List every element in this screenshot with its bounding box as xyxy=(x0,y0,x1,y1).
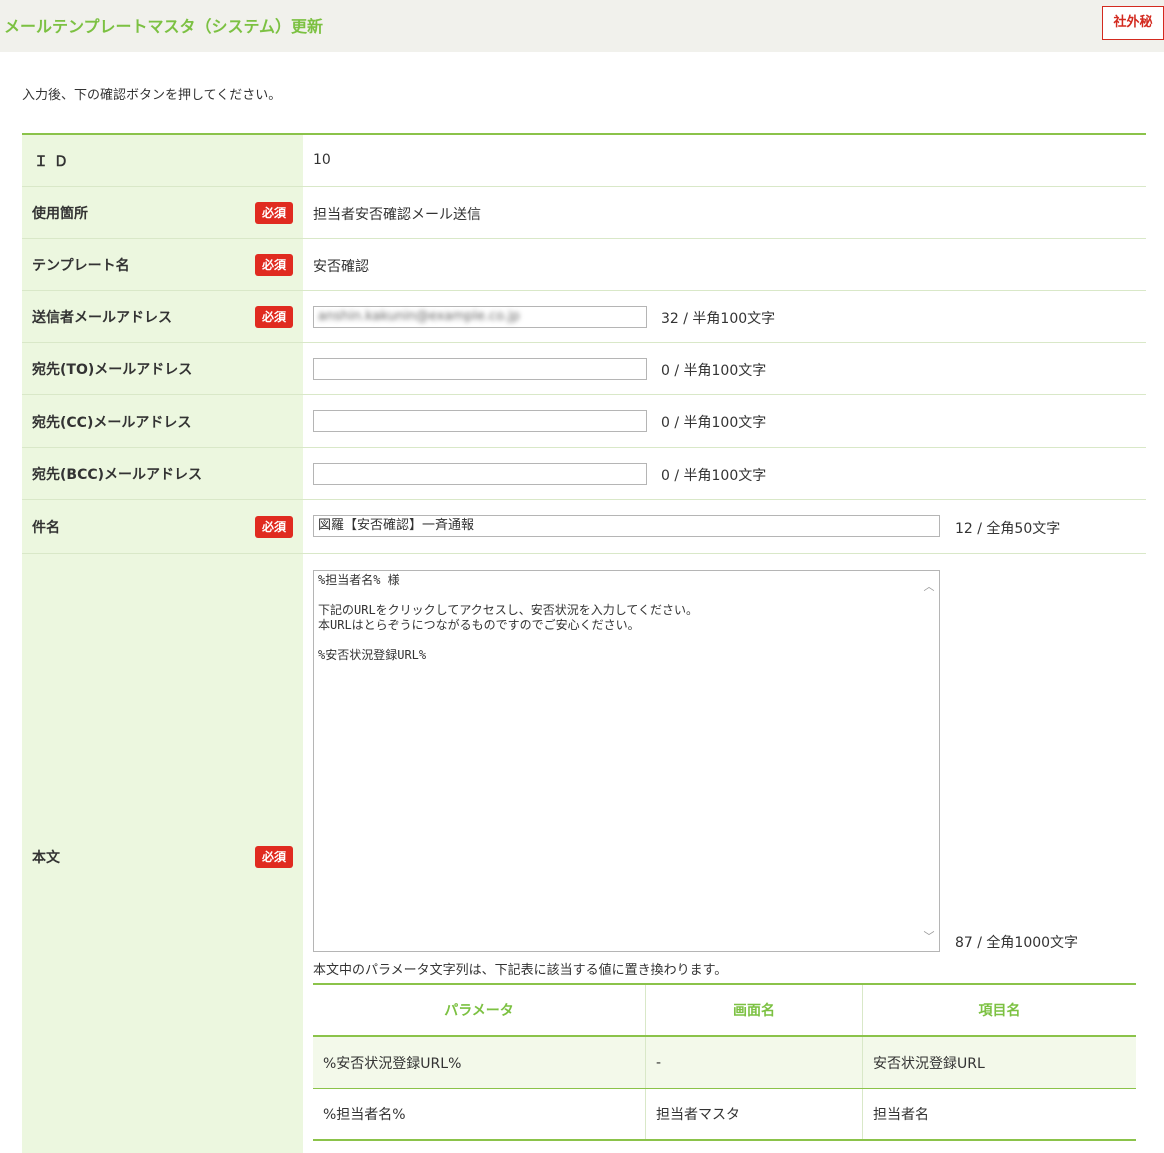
sender-email-input[interactable]: anshin.kakunin@example.co.jp xyxy=(313,306,647,328)
table-cell: %安否状況登録URL% xyxy=(323,1055,462,1072)
required-badge: 必須 xyxy=(255,846,293,868)
row-id: ＩＤ 10 xyxy=(22,135,1146,187)
param-note: 本文中のパラメータ文字列は、下記表に該当する値に置き換わります。 xyxy=(313,963,728,978)
label-bcc: 宛先(BCC)メールアドレス xyxy=(32,467,203,483)
label-usage: 使用箇所 xyxy=(32,206,88,222)
usage-value: 担当者安否確認メール送信 xyxy=(313,207,481,223)
table-row: %担当者名% 担当者マスタ 担当者名 xyxy=(313,1089,1136,1141)
edit-form: ＩＤ 10 使用箇所 必須 担当者安否確認メール送信 テンプレート名 必須 安否… xyxy=(22,133,1146,1153)
row-to: 宛先(TO)メールアドレス 0 / 半角100文字 xyxy=(22,343,1146,395)
label-id: ＩＤ xyxy=(34,154,74,170)
row-cc: 宛先(CC)メールアドレス 0 / 半角100文字 xyxy=(22,395,1146,448)
param-table-header: パラメータ 画面名 項目名 xyxy=(313,985,1136,1037)
row-template-name: テンプレート名 必須 安否確認 xyxy=(22,239,1146,291)
required-badge: 必須 xyxy=(255,202,293,224)
required-badge: 必須 xyxy=(255,254,293,276)
subject-counter: 12 / 全角50文字 xyxy=(955,521,1061,537)
bcc-counter: 0 / 半角100文字 xyxy=(661,468,767,484)
label-body: 本文 xyxy=(32,850,60,866)
scroll-up-icon[interactable]: ︿ xyxy=(923,581,935,593)
cc-email-input[interactable] xyxy=(313,410,647,432)
param-table-header-cell: 項目名 xyxy=(862,985,1136,1035)
param-table-header-cell: パラメータ xyxy=(444,1003,514,1019)
label-sender: 送信者メールアドレス xyxy=(32,310,172,326)
template-name-value: 安否確認 xyxy=(313,259,369,275)
row-body: 本文 必須 %担当者名% 様 下記のURLをクリックしてアクセスし、安否状況を入… xyxy=(22,554,1146,1153)
table-cell: 担当者名 xyxy=(862,1089,1136,1139)
table-row: %安否状況登録URL% - 安否状況登録URL xyxy=(313,1037,1136,1089)
sender-counter: 32 / 半角100文字 xyxy=(661,311,776,327)
row-usage: 使用箇所 必須 担当者安否確認メール送信 xyxy=(22,187,1146,239)
label-cc: 宛先(CC)メールアドレス xyxy=(32,415,192,431)
table-cell: 担当者マスタ xyxy=(645,1089,862,1139)
required-badge: 必須 xyxy=(255,516,293,538)
to-counter: 0 / 半角100文字 xyxy=(661,363,767,379)
body-counter: 87 / 全角1000文字 xyxy=(955,935,1079,951)
label-subject: 件名 xyxy=(32,520,60,536)
id-value: 10 xyxy=(313,152,331,168)
label-template-name: テンプレート名 xyxy=(32,258,130,274)
row-bcc: 宛先(BCC)メールアドレス 0 / 半角100文字 xyxy=(22,448,1146,500)
subject-input[interactable]: 図羅【安否確認】一斉通報 xyxy=(313,515,940,537)
table-cell: - xyxy=(645,1037,862,1088)
row-subject: 件名 必須 図羅【安否確認】一斉通報 12 / 全角50文字 xyxy=(22,500,1146,554)
table-cell: %担当者名% xyxy=(323,1107,406,1123)
param-table-header-cell: 画面名 xyxy=(645,985,862,1035)
param-table: パラメータ 画面名 項目名 %安否状況登録URL% - 安否状況登録URL %担… xyxy=(313,983,1136,1141)
cc-counter: 0 / 半角100文字 xyxy=(661,415,767,431)
required-badge: 必須 xyxy=(255,306,293,328)
bcc-email-input[interactable] xyxy=(313,463,647,485)
scroll-down-icon[interactable]: ﹀ xyxy=(923,931,935,943)
confidential-badge: 社外秘 xyxy=(1102,6,1164,40)
instruction-text: 入力後、下の確認ボタンを押してください。 xyxy=(22,88,282,103)
body-textarea[interactable]: %担当者名% 様 下記のURLをクリックしてアクセスし、安否状況を入力してくださ… xyxy=(313,570,940,952)
table-cell: 安否状況登録URL xyxy=(862,1037,1136,1088)
row-sender: 送信者メールアドレス 必須 anshin.kakunin@example.co.… xyxy=(22,291,1146,343)
page-title: メールテンプレートマスタ（システム）更新 xyxy=(4,17,324,36)
to-email-input[interactable] xyxy=(313,358,647,380)
label-to: 宛先(TO)メールアドレス xyxy=(32,362,193,378)
page-header: メールテンプレートマスタ（システム）更新 社外秘 xyxy=(0,0,1164,52)
